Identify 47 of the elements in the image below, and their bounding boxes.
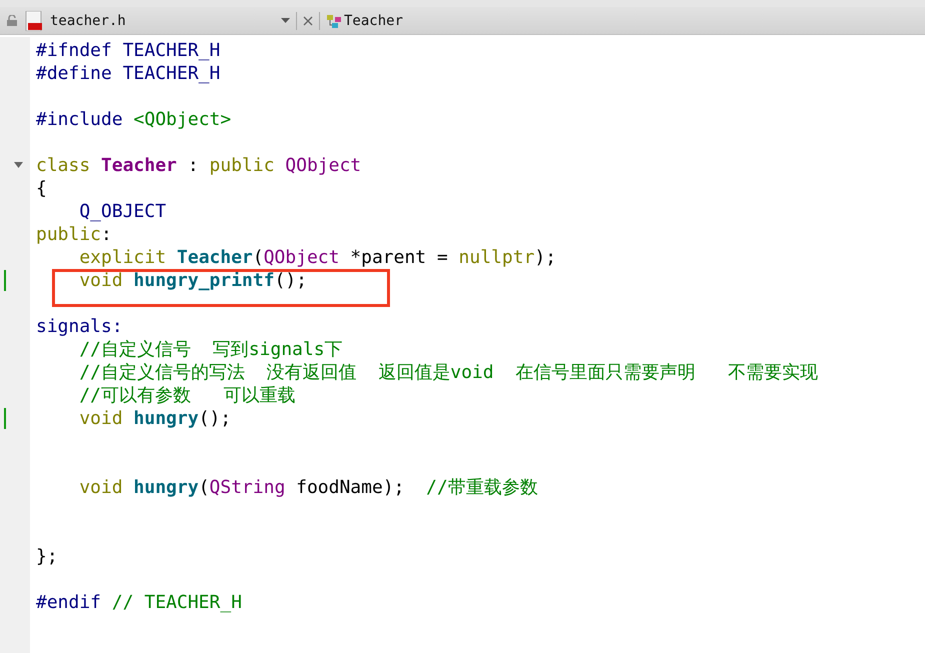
class-icon [326,12,342,28]
code-token: (); [198,408,232,429]
code-token: explicit [78,247,168,268]
code-token: void [78,270,124,291]
code-token: void [78,408,124,429]
code-token: QObject [264,247,340,268]
code-token: QString [209,477,286,498]
close-icon[interactable] [303,16,313,26]
file-name-tab[interactable]: teacher.h [50,12,250,28]
code-token: *parent = [349,247,449,268]
code-token: #ifndef TEACHER_H [36,40,220,61]
code-token: Q_OBJECT [78,201,166,222]
code-token: ( [198,477,210,498]
code-token: #define TEACHER_H [36,63,220,84]
code-token: //带重载参数 [426,477,538,498]
fold-arrow-icon[interactable] [14,162,23,168]
code-token: hungry [134,408,199,429]
code-token: QObject [285,155,362,176]
code-token: : [186,155,200,176]
code-token: nullptr [458,247,535,268]
code-token: foodName); [295,477,406,498]
code-token: Teacher [176,247,253,268]
code-token: ); [534,247,556,268]
code-token: public [209,155,276,176]
code-token: //自定义信号的写法 没有返回值 返回值是void 在信号里面只需要声明 不需要实现 [78,362,818,383]
code-token: : [101,224,112,245]
code-token: class [36,155,92,176]
code-token: hungry [134,477,199,498]
code-token: #endif [36,592,102,613]
dropdown-caret-icon[interactable] [281,18,290,23]
code-token: ( [252,247,264,268]
code-token: #include [36,109,124,130]
code-token: hungry_printf [134,270,274,291]
code-token: }; [36,546,58,567]
code-token: // TEACHER_H [112,592,242,613]
code-token: { [36,178,47,199]
header-file-icon [25,10,43,30]
symbol-selector[interactable]: Teacher [344,12,404,28]
code-token: signals: [36,316,123,337]
code-token: //可以有参数 可以重载 [78,385,296,406]
code-token: void [78,477,124,498]
code-token: public [36,224,102,245]
code-token: <QObject> [134,109,232,130]
code-token: //自定义信号 写到signals下 [78,339,343,360]
lock-icon[interactable] [7,15,17,26]
code-token: Teacher [101,155,177,176]
code-token: (); [274,270,307,291]
